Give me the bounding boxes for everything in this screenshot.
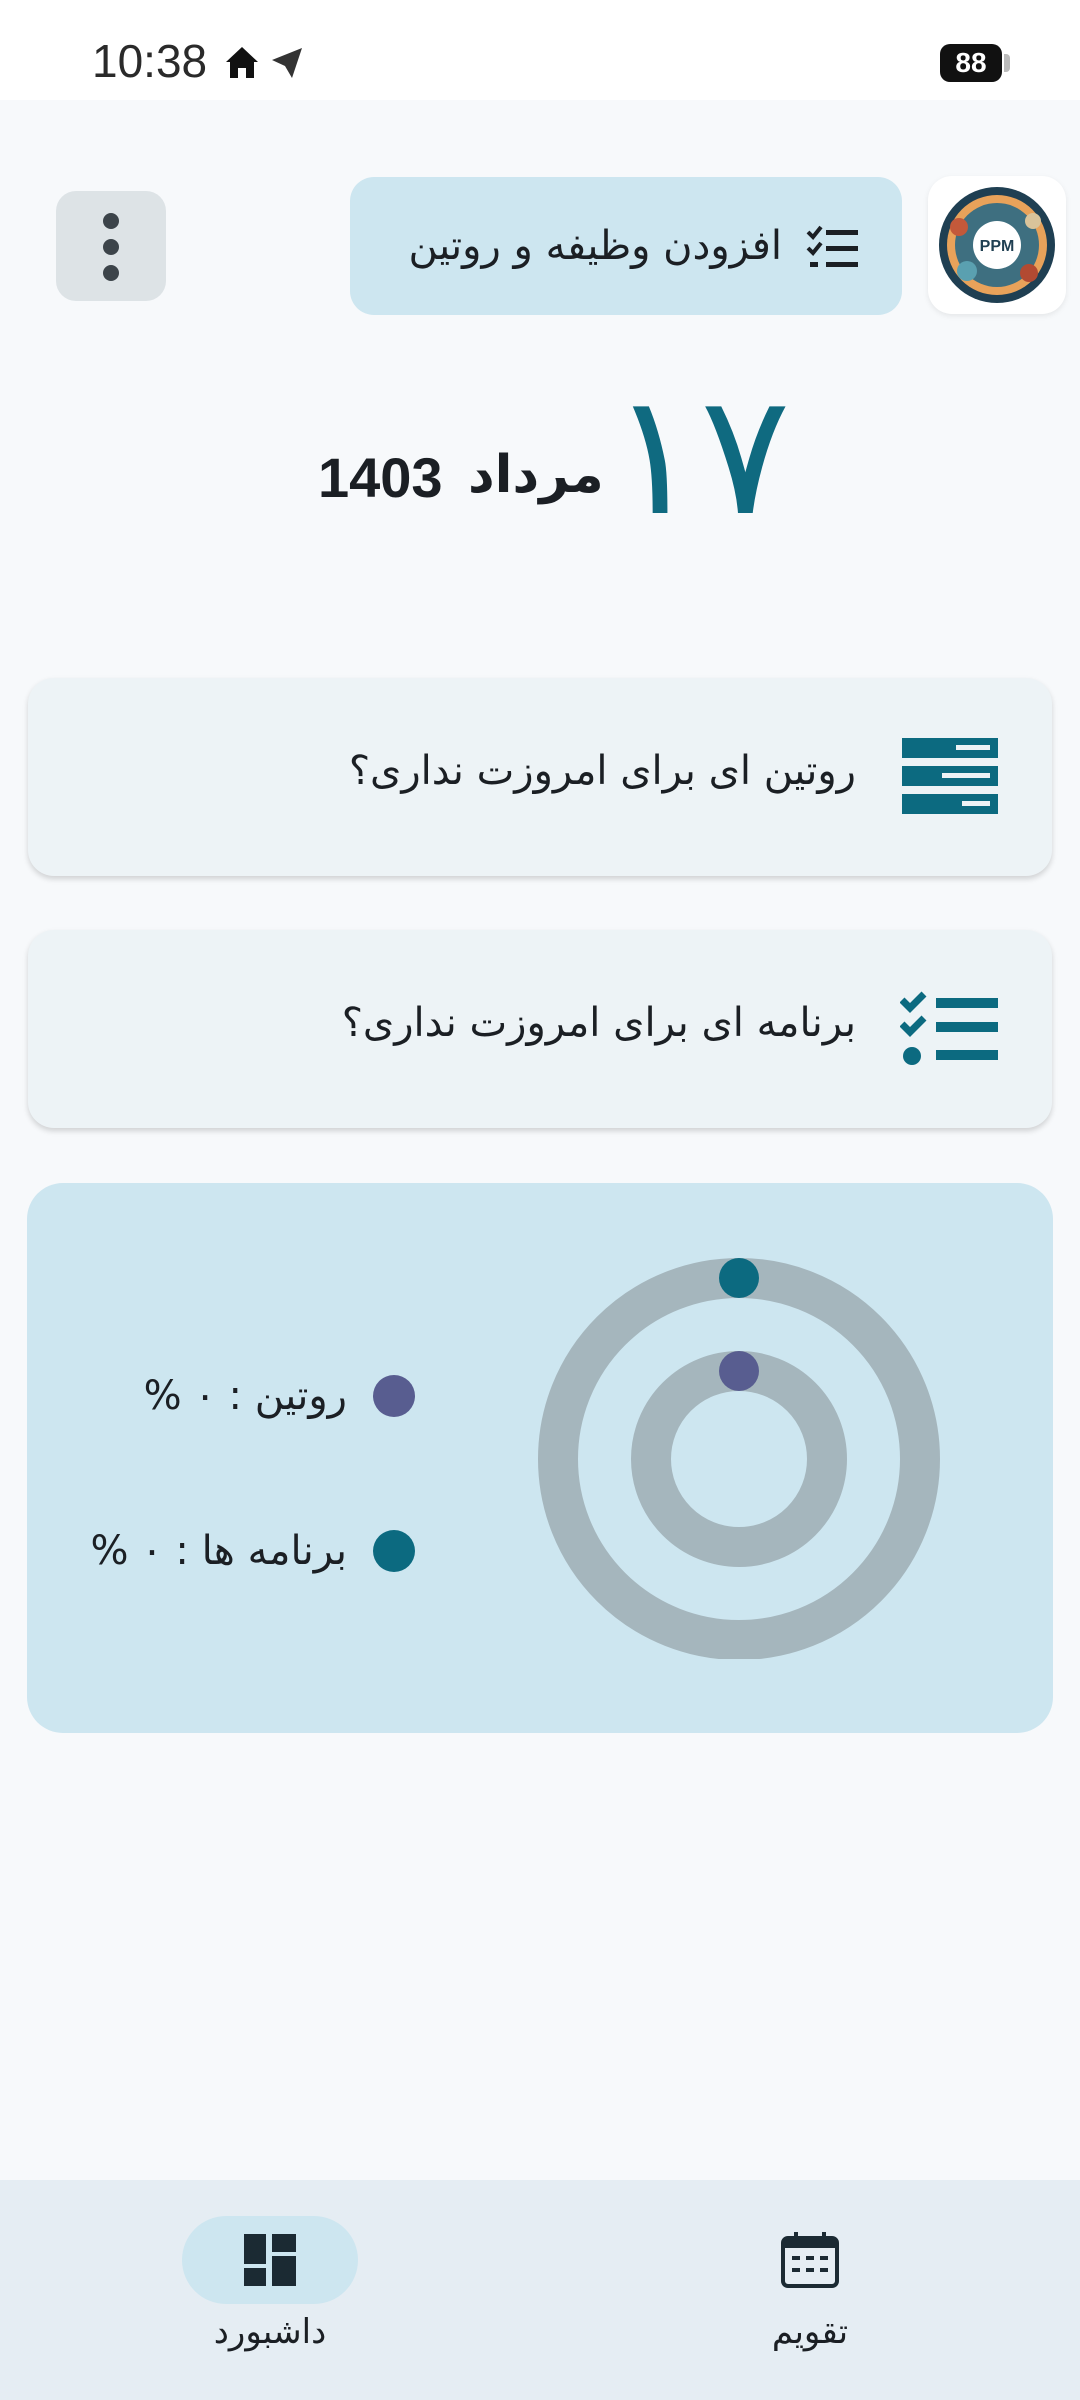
calendar-icon	[781, 2232, 839, 2288]
nav-calendar-pill[interactable]	[722, 2216, 898, 2304]
nav-item-dashboard[interactable]: داشبورد	[170, 2216, 370, 2352]
status-bar: 10:38 88	[0, 0, 1080, 100]
status-icons	[222, 42, 306, 86]
nav-calendar-label: تقویم	[771, 2312, 849, 2352]
programs-ring-track	[538, 1258, 940, 1659]
progress-chart-panel: روتین : ۰ % برنامه ها : ۰ %	[27, 1183, 1053, 1733]
checklist-icon	[899, 990, 998, 1074]
add-task-routine-label: افزودن وظیفه و روتین	[408, 223, 782, 269]
more-options-button[interactable]	[56, 191, 166, 301]
legend-routine-label: روتین : ۰ %	[143, 1373, 347, 1419]
routine-card-text: روتین ای برای امروزت نداری؟	[348, 748, 856, 794]
checklist-add-icon	[806, 222, 860, 270]
legend-routine: روتین : ۰ %	[144, 1373, 415, 1419]
program-card-text: برنامه ای برای امروزت نداری؟	[341, 1000, 856, 1046]
date-day: ۱۷	[610, 357, 791, 553]
date-month: مرداد	[468, 445, 604, 505]
bottom-navigation: داشبورد تقویم	[0, 2180, 1080, 2400]
battery-tip	[1004, 54, 1010, 72]
app-logo[interactable]: PPM	[928, 176, 1066, 314]
program-card[interactable]: برنامه ای برای امروزت نداری؟	[28, 930, 1052, 1128]
date-year: 1403	[318, 446, 443, 509]
legend-programs-label: برنامه ها : ۰ %	[90, 1528, 347, 1574]
routine-card[interactable]: روتین ای برای امروزت نداری؟	[28, 678, 1052, 876]
dashboard-icon	[244, 2234, 296, 2286]
add-task-routine-button[interactable]: افزودن وظیفه و روتین	[350, 177, 902, 315]
progress-rings	[538, 1258, 940, 1659]
battery-indicator: 88	[940, 44, 1002, 82]
telegram-icon	[272, 48, 302, 78]
nav-item-calendar[interactable]: تقویم	[710, 2216, 910, 2352]
more-vert-icon	[103, 213, 119, 281]
legend-programs: برنامه ها : ۰ %	[90, 1528, 415, 1574]
legend-programs-dot	[373, 1530, 415, 1572]
routine-ring-marker	[719, 1351, 759, 1391]
nav-dashboard-pill[interactable]	[182, 2216, 358, 2304]
programs-ring-marker	[719, 1258, 759, 1298]
nav-dashboard-label: داشبورد	[213, 2312, 327, 2352]
routine-ring-track	[631, 1351, 847, 1567]
routine-list-icon	[902, 738, 998, 818]
legend-routine-dot	[373, 1375, 415, 1417]
home-icon	[226, 47, 258, 78]
svg-text:PPM: PPM	[980, 238, 1015, 255]
status-time: 10:38	[92, 35, 208, 87]
